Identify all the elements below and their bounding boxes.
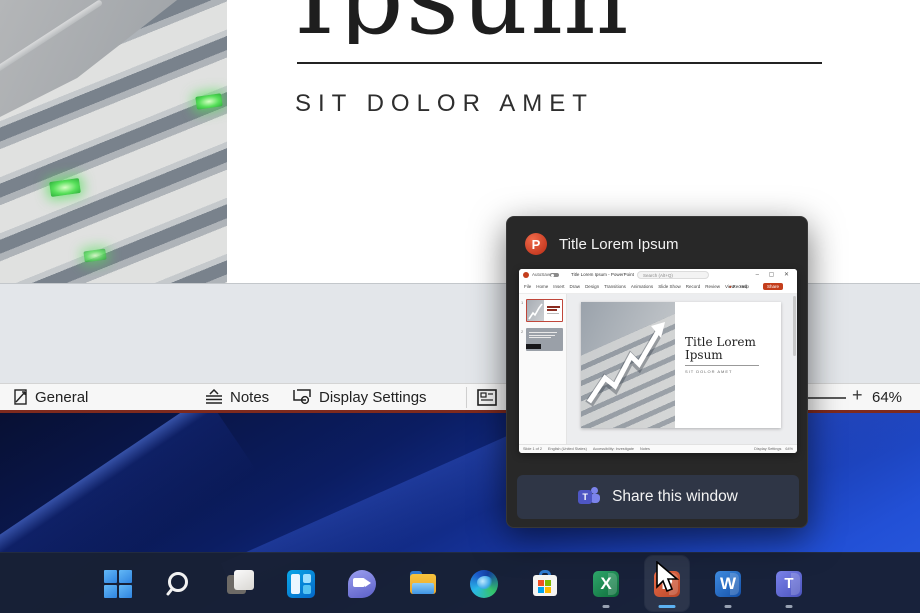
- preview-header: P Title Lorem Ipsum: [525, 233, 678, 255]
- mini-scrollbar: [793, 296, 796, 356]
- slide-number: 2: [521, 329, 523, 334]
- windows-logo-icon: [104, 570, 132, 598]
- slide-title: Ipsum: [294, 0, 854, 44]
- sensitivity-icon: [14, 389, 28, 406]
- mini-slide-photo: [581, 302, 675, 428]
- mini-search-box: Search (Alt+Q): [637, 271, 709, 279]
- window-thumbnail[interactable]: AutoSave Title Lorem Ipsum - PowerPoint …: [519, 269, 797, 453]
- task-view-button[interactable]: [218, 556, 262, 611]
- mini-share-button: Share: [763, 283, 783, 290]
- teams-button[interactable]: T: [767, 556, 811, 611]
- display-settings-icon: [293, 389, 312, 405]
- mini-autosave-toggle: [550, 273, 559, 277]
- mini-slide1-thumbnail: [526, 299, 563, 322]
- file-explorer-button[interactable]: [401, 556, 445, 611]
- notes-icon: [205, 389, 223, 405]
- microsoft-store-icon: [530, 569, 560, 599]
- status-separator: [466, 387, 467, 408]
- chat-icon: [347, 569, 377, 599]
- task-view-icon: [225, 569, 255, 599]
- mini-window-buttons: – ▢ ✕: [756, 271, 793, 278]
- notes-button[interactable]: Notes: [205, 389, 269, 406]
- widgets-button[interactable]: [279, 556, 323, 611]
- mini-titlebar: AutoSave Title Lorem Ipsum - PowerPoint …: [519, 269, 797, 281]
- normal-view-button[interactable]: [474, 386, 500, 409]
- excel-button[interactable]: X: [584, 556, 628, 611]
- mini-slide2-thumbnail: [526, 328, 563, 351]
- edge-icon: [469, 569, 499, 599]
- running-indicator: [725, 605, 732, 608]
- search-button[interactable]: [157, 556, 201, 611]
- notes-label: Notes: [230, 389, 269, 406]
- sensitivity-label: General: [35, 389, 88, 406]
- mini-slide-text: Title Lorem Ipsum SIT DOLOR AMET: [685, 336, 759, 374]
- stairs-photo: [0, 0, 227, 283]
- zoom-level[interactable]: 64%: [872, 389, 902, 406]
- share-button-label: Share this window: [612, 488, 738, 506]
- mini-slide-panel: 1 2: [519, 294, 567, 444]
- word-icon: W: [713, 569, 743, 599]
- slide-subtitle: SIT DOLOR AMET: [295, 90, 594, 118]
- mini-canvas-slide: Title Lorem Ipsum SIT DOLOR AMET: [581, 302, 781, 428]
- search-icon: [164, 569, 194, 599]
- mini-body: 1 2: [519, 294, 797, 444]
- mini-doc-title: Title Lorem Ipsum - PowerPoint: [571, 272, 634, 277]
- mini-ribbon: FileHomeInsertDrawDesignTransitionsAnima…: [519, 281, 797, 294]
- desktop-screen: Ipsum SIT DOLOR AMET Gener: [0, 0, 920, 613]
- zoom-in-button[interactable]: +: [852, 385, 863, 406]
- mini-autosave-label: AutoSave: [532, 272, 552, 277]
- file-explorer-icon: [408, 569, 438, 599]
- taskbar-preview-popup: P Title Lorem Ipsum AutoSave Title Lorem…: [506, 216, 808, 528]
- chat-button[interactable]: [340, 556, 384, 611]
- teams-icon: T: [578, 487, 600, 507]
- powerpoint-icon: P: [525, 233, 547, 255]
- slide-title-rule: [297, 62, 822, 64]
- widgets-icon: [286, 569, 316, 599]
- mouse-cursor: [655, 561, 685, 597]
- edge-button[interactable]: [462, 556, 506, 611]
- taskbar: X P W T: [0, 552, 920, 613]
- microsoft-store-button[interactable]: [523, 556, 567, 611]
- slide-number: 1: [521, 300, 523, 305]
- share-this-window-button[interactable]: T Share this window: [517, 475, 799, 519]
- preview-title: Title Lorem Ipsum: [559, 236, 678, 253]
- excel-icon: X: [591, 569, 621, 599]
- mini-powerpoint-icon: [523, 272, 529, 278]
- running-indicator: [603, 605, 610, 608]
- mini-record-button: Record: [729, 284, 747, 289]
- mini-status-bar: Slide 1 of 2English (United States)Acces…: [519, 444, 797, 453]
- sensitivity-button[interactable]: General: [14, 389, 88, 406]
- normal-view-icon: [477, 389, 497, 406]
- teams-app-icon: T: [774, 569, 804, 599]
- display-settings-button[interactable]: Display Settings: [293, 389, 427, 406]
- zoom-slider[interactable]: [806, 397, 846, 399]
- running-indicator: [786, 605, 793, 608]
- display-settings-label: Display Settings: [319, 389, 427, 406]
- start-button[interactable]: [96, 556, 140, 611]
- mini-ribbon-tabs: FileHomeInsertDrawDesignTransitionsAnima…: [524, 284, 749, 289]
- word-button[interactable]: W: [706, 556, 750, 611]
- active-indicator: [659, 605, 676, 608]
